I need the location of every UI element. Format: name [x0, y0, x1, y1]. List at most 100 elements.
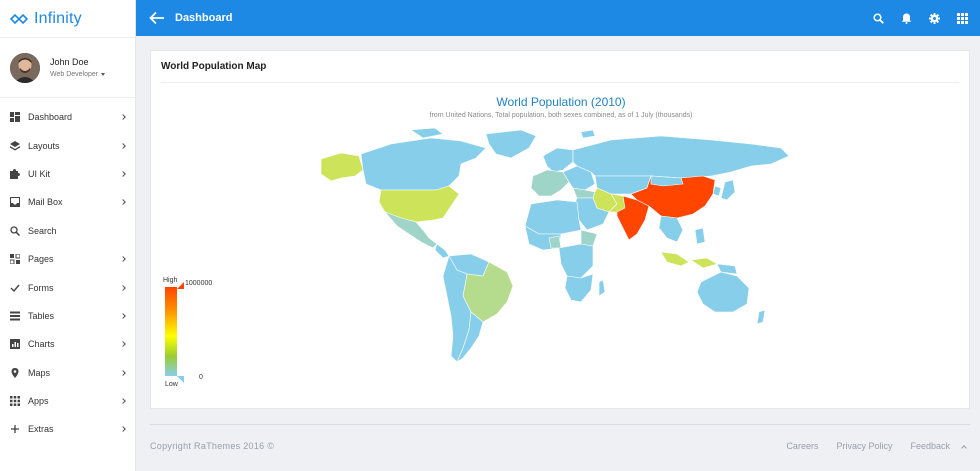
- user-role-dropdown[interactable]: Web Developer: [50, 71, 106, 78]
- world-population-map[interactable]: [311, 126, 821, 391]
- chevron-right-icon: [120, 114, 126, 121]
- region-southern-africa[interactable]: [564, 273, 594, 303]
- region-central-africa[interactable]: [558, 243, 594, 279]
- region-philippines[interactable]: [694, 227, 706, 245]
- map-card: World Population Map World Population (2…: [150, 50, 970, 409]
- sidebar-item-charts[interactable]: Charts: [0, 330, 135, 358]
- region-alaska[interactable]: [320, 152, 364, 182]
- chevron-right-icon: [120, 313, 126, 319]
- dashboard-icon: [10, 112, 20, 123]
- footer-link-careers[interactable]: Careers: [786, 441, 818, 451]
- footer-divider: [150, 424, 970, 425]
- user-name: John Doe: [50, 57, 89, 67]
- user-panel: John Doe Web Developer: [0, 38, 135, 98]
- chevron-right-icon: [120, 142, 126, 149]
- chevron-right-icon: [120, 341, 126, 348]
- region-russia[interactable]: [572, 135, 790, 179]
- legend-min-value: 0: [199, 374, 203, 381]
- check-icon: [10, 283, 20, 293]
- sidebar-item-label: Charts: [28, 339, 55, 350]
- notifications-button[interactable]: [892, 0, 920, 36]
- region-scandinavia[interactable]: [542, 147, 574, 173]
- chevron-right-icon: [120, 199, 126, 206]
- bell-icon: [901, 13, 911, 24]
- sidebar-item-maps[interactable]: Maps: [0, 359, 135, 387]
- sidebar-item-apps[interactable]: Apps: [0, 387, 135, 415]
- region-australia[interactable]: [696, 271, 750, 313]
- chevron-right-icon: [120, 171, 126, 177]
- pages-icon: [10, 254, 20, 265]
- region-indonesia-east[interactable]: [690, 257, 718, 269]
- region-new-zealand[interactable]: [756, 309, 766, 325]
- chart-icon: [10, 339, 20, 350]
- sidebar-item-forms[interactable]: Forms: [0, 273, 135, 301]
- sidebar-item-dashboard[interactable]: Dashboard: [0, 103, 135, 131]
- brand-name: Infinity: [34, 9, 82, 27]
- plus-icon: [10, 424, 20, 434]
- sidebar-item-tables[interactable]: Tables: [0, 302, 135, 330]
- map-subtitle: from United Nations, Total population, b…: [429, 112, 693, 119]
- region-svalbard[interactable]: [580, 129, 596, 139]
- apps-grid-icon: [956, 12, 968, 24]
- footer-link-privacy-policy[interactable]: Privacy Policy: [836, 441, 892, 451]
- sidebar-item-label: Mail Box: [28, 197, 63, 208]
- chevron-up-icon[interactable]: [961, 444, 967, 451]
- sidebar-item-label: Pages: [28, 254, 54, 265]
- region-madagascar[interactable]: [598, 279, 606, 297]
- copyright: Copyright RaThemes 2016 ©: [150, 441, 275, 451]
- footer-links: Careers Privacy Policy Feedback: [768, 441, 967, 451]
- inbox-icon: [10, 197, 20, 208]
- region-indonesia-west[interactable]: [660, 251, 690, 267]
- footer-link-feedback[interactable]: Feedback: [910, 441, 950, 451]
- search-button[interactable]: [864, 0, 892, 36]
- color-legend: High 1000000 0 Low: [163, 277, 223, 388]
- sidebar: Infinity John Doe Web Developer Dashboar…: [0, 0, 136, 471]
- sidebar-item-label: Extras: [28, 424, 54, 435]
- apps-button[interactable]: [948, 0, 976, 36]
- sidebar-item-label: Maps: [28, 367, 51, 378]
- arrow-left-icon[interactable]: [149, 11, 165, 25]
- infinity-logo-icon: [10, 13, 28, 24]
- settings-button[interactable]: [920, 0, 948, 36]
- sidebar-item-ui-kit[interactable]: UI Kit: [0, 160, 135, 188]
- chevron-right-icon: [120, 398, 126, 404]
- topbar: Dashboard: [136, 0, 980, 36]
- legend-gradient-bar: [165, 287, 177, 376]
- region-central-america[interactable]: [434, 243, 450, 259]
- legend-min-marker: [177, 376, 184, 383]
- region-canada[interactable]: [360, 137, 487, 191]
- layers-icon: [10, 140, 20, 151]
- avatar[interactable]: [10, 52, 40, 83]
- gear-icon: [928, 12, 940, 24]
- sidebar-menu: Dashboard Layouts UI Kit Mail Box Search…: [0, 98, 135, 444]
- table-icon: [10, 311, 20, 321]
- sidebar-item-label: Search: [28, 225, 57, 236]
- region-greenland[interactable]: [485, 129, 537, 159]
- region-nigeria[interactable]: [548, 235, 562, 249]
- legend-high-label: High: [163, 277, 178, 284]
- sidebar-item-extras[interactable]: Extras: [0, 415, 135, 443]
- chevron-right-icon: [120, 256, 126, 262]
- brand[interactable]: Infinity: [0, 0, 135, 38]
- sidebar-item-label: Apps: [28, 396, 49, 407]
- region-southeast-asia[interactable]: [658, 215, 684, 243]
- sidebar-item-mail-box[interactable]: Mail Box: [0, 188, 135, 216]
- region-japan[interactable]: [720, 179, 736, 201]
- sidebar-item-pages[interactable]: Pages: [0, 245, 135, 273]
- sidebar-item-search[interactable]: Search: [0, 217, 135, 245]
- sidebar-item-layouts[interactable]: Layouts: [0, 131, 135, 159]
- sidebar-item-label: Tables: [28, 310, 55, 321]
- caret-down-icon: [101, 73, 106, 76]
- sidebar-item-label: Dashboard: [28, 112, 73, 123]
- region-europe-west[interactable]: [530, 169, 570, 197]
- region-ethiopia[interactable]: [580, 229, 598, 247]
- sidebar-item-label: Layouts: [28, 140, 60, 151]
- region-north-africa[interactable]: [524, 199, 582, 235]
- chevron-right-icon: [120, 426, 126, 433]
- map-title: World Population (2010): [496, 95, 626, 109]
- divider: [161, 82, 959, 83]
- legend-low-label: Low: [165, 381, 178, 388]
- chevron-right-icon: [120, 369, 126, 376]
- region-arctic-archipelago[interactable]: [410, 127, 444, 139]
- sidebar-item-label: UI Kit: [28, 168, 51, 179]
